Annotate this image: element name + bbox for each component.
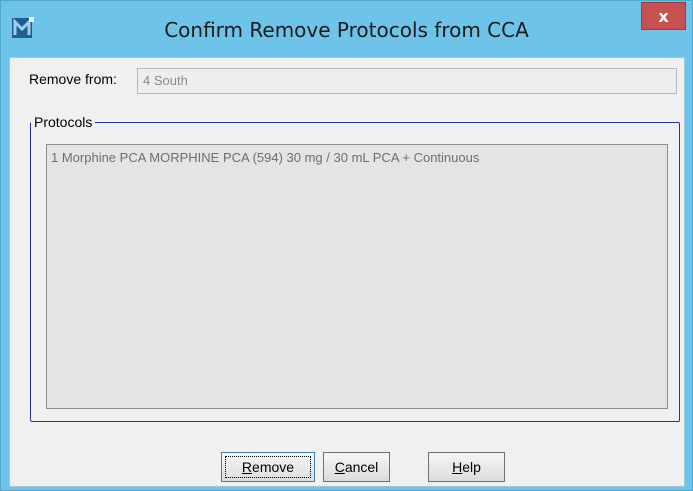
remove-button[interactable]: Remove — [221, 452, 315, 482]
remove-from-field: 4 South — [137, 68, 677, 94]
title-bar[interactable]: Confirm Remove Protocols from CCA x — [1, 1, 692, 57]
list-item[interactable]: 1 Morphine PCA MORPHINE PCA (594) 30 mg … — [47, 145, 667, 170]
remove-from-row: Remove from: — [29, 71, 117, 87]
remove-from-label: Remove from: — [29, 71, 117, 87]
protocols-group-title: Protocols — [34, 114, 93, 130]
window-title: Confirm Remove Protocols from CCA — [164, 18, 529, 42]
dialog-body: Remove from: 4 South Protocols 1 Morphin… — [9, 57, 685, 487]
close-button[interactable]: x — [641, 2, 686, 30]
help-button[interactable]: Help — [428, 452, 505, 482]
cancel-button[interactable]: Cancel — [323, 452, 390, 482]
app-logo-icon — [11, 16, 35, 40]
close-icon: x — [658, 6, 669, 26]
dialog-window: Confirm Remove Protocols from CCA x Remo… — [0, 0, 693, 491]
protocols-list[interactable]: 1 Morphine PCA MORPHINE PCA (594) 30 mg … — [46, 144, 668, 409]
